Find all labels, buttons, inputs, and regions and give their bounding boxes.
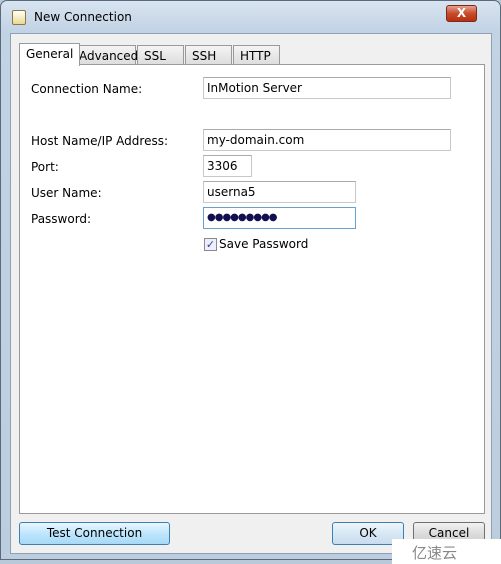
host-label: Host Name/IP Address: (31, 134, 169, 148)
window-title: New Connection (34, 10, 132, 24)
dialog-window: New Connection X General Advanced SSL SS… (0, 0, 501, 560)
general-panel: Connection Name: InMotion Server Host Na… (19, 64, 485, 514)
save-password-checkbox[interactable]: ✓ (204, 238, 217, 251)
password-label: Password: (31, 212, 92, 226)
close-button[interactable]: X (446, 5, 477, 22)
user-input[interactable]: userna5 (203, 181, 356, 203)
connection-name-label: Connection Name: (31, 82, 143, 96)
dialog-client: General Advanced SSL SSH HTTP Connection… (10, 33, 492, 554)
port-label: Port: (31, 160, 59, 174)
user-label: User Name: (31, 186, 102, 200)
connection-name-input[interactable]: InMotion Server (203, 77, 451, 99)
test-connection-button[interactable]: Test Connection (19, 522, 170, 545)
tab-ssl[interactable]: SSL (137, 45, 184, 65)
watermark: 亿速云 (392, 539, 501, 564)
connection-icon (12, 10, 26, 25)
tab-http[interactable]: HTTP (233, 45, 280, 65)
save-password-label[interactable]: Save Password (219, 237, 308, 251)
tab-ssh[interactable]: SSH (185, 45, 232, 65)
tab-advanced[interactable]: Advanced (72, 45, 138, 65)
password-input[interactable]: ●●●●●●●●● (203, 207, 356, 229)
port-input[interactable]: 3306 (203, 155, 252, 177)
tab-general[interactable]: General (19, 43, 81, 66)
host-input[interactable]: my-domain.com (203, 129, 451, 151)
